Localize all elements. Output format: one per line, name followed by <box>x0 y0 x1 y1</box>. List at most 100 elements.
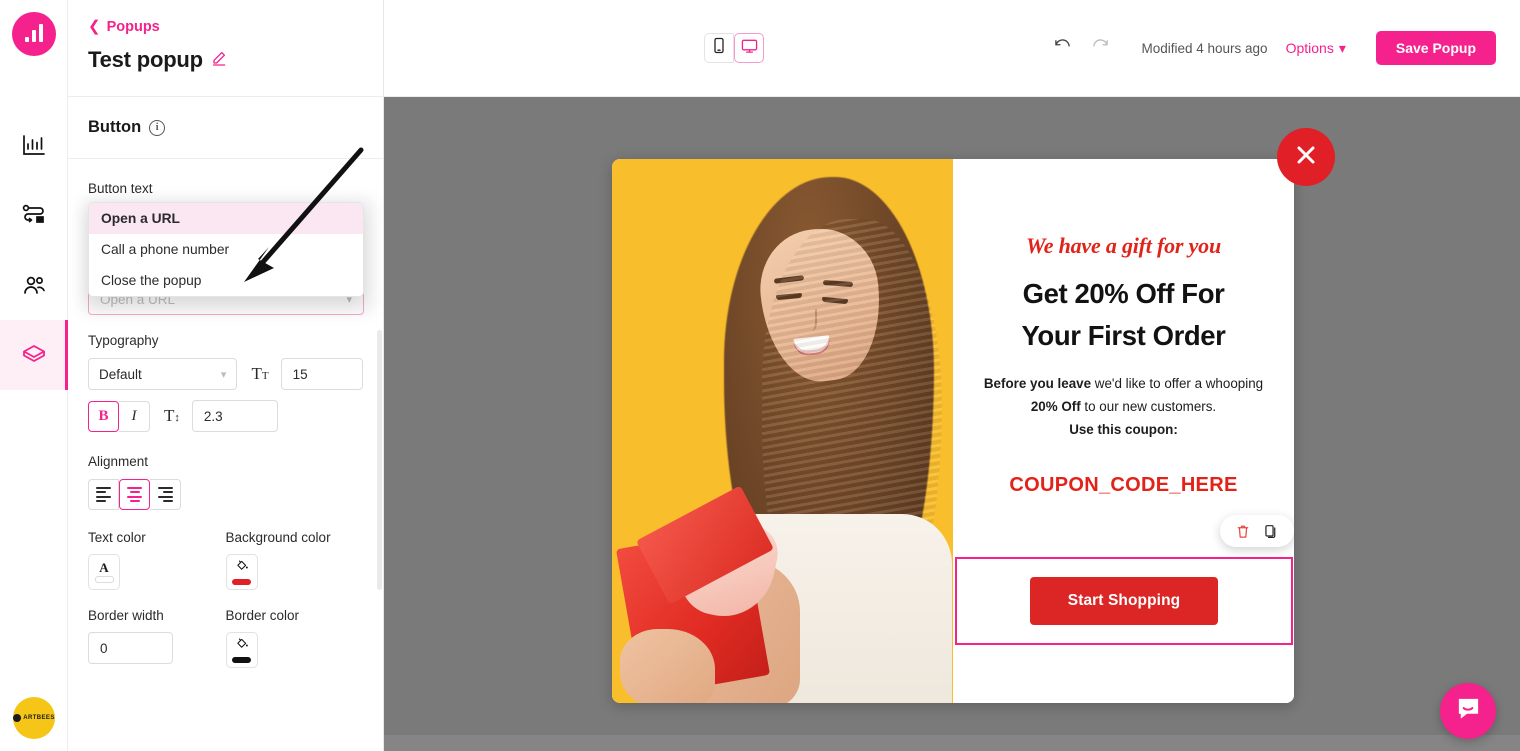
font-family-select[interactable]: Default ▾ <box>88 358 238 390</box>
border-width-field: Border width 0 <box>88 608 226 668</box>
border-width-input[interactable]: 0 <box>88 632 173 664</box>
popup-preview: We have a gift for you Get 20% Off For Y… <box>612 159 1294 703</box>
mobile-icon <box>712 37 726 59</box>
editor-topbar: Modified 4 hours ago Options ▾ Save Popu… <box>384 0 1520 97</box>
page-title: Test popup <box>88 47 203 72</box>
panel-scrollbar[interactable] <box>377 330 382 590</box>
sidebar-item-audience[interactable] <box>0 250 68 320</box>
info-icon[interactable]: i <box>149 119 166 136</box>
rail-nav <box>0 110 68 390</box>
chevron-down-icon: ▾ <box>220 368 227 381</box>
popup-script-heading[interactable]: We have a gift for you <box>1026 233 1221 259</box>
trash-icon[interactable] <box>1232 520 1254 542</box>
sidebar-item-analytics[interactable] <box>0 110 68 180</box>
font-size-icon: TT <box>251 364 269 383</box>
sidebar-item-flows[interactable] <box>0 180 68 250</box>
device-preview-toggle <box>704 33 764 63</box>
settings-panel: ❮ Popups Test popup Button i Button text <box>68 0 384 751</box>
back-to-popups-link[interactable]: ❮ Popups <box>88 19 160 35</box>
dropdown-option-label: Open a URL <box>101 211 180 226</box>
popup-body-line-3: Use this coupon: <box>1069 421 1178 437</box>
redo-button[interactable] <box>1081 29 1119 67</box>
bold-label: B <box>98 407 109 424</box>
save-popup-button[interactable]: Save Popup <box>1375 31 1496 65</box>
document-title-row: Test popup <box>88 47 363 73</box>
duplicate-icon[interactable] <box>1260 520 1282 542</box>
when-clicked-dropdown: Open a URL Call a phone number Close the… <box>88 202 364 297</box>
dropdown-option-open-a-url[interactable]: Open a URL <box>89 203 363 234</box>
popup-body-line-1: Before you leave we'd like to offer a wh… <box>983 375 1264 391</box>
chevron-left-icon: ❮ <box>88 18 101 35</box>
border-color-label: Border color <box>225 608 300 623</box>
button-text-label: Button text <box>88 181 153 196</box>
typography-row-2: B I T↕ 2.3 <box>88 400 363 432</box>
back-link-label: Popups <box>106 18 160 35</box>
chevron-down-icon: ▾ <box>1338 39 1346 56</box>
modified-timestamp: Modified 4 hours ago <box>1141 40 1268 56</box>
align-left-button[interactable] <box>88 479 119 510</box>
popup-heading[interactable]: Get 20% Off For Your First Order <box>1022 273 1226 358</box>
flows-icon <box>20 201 48 229</box>
popup-content: We have a gift for you Get 20% Off For Y… <box>953 159 1294 703</box>
border-color-field: Border color <box>225 608 364 668</box>
popup-coupon-code[interactable]: COUPON_CODE_HERE <box>1009 474 1237 497</box>
popups-icon <box>20 341 48 369</box>
background-color-swatch[interactable] <box>225 554 258 590</box>
border-color-indicator <box>232 657 251 663</box>
rebar-logo[interactable] <box>12 12 56 56</box>
text-color-A-icon: A <box>99 560 109 575</box>
artbees-logo[interactable]: ARTBEES <box>13 697 55 739</box>
bold-toggle[interactable]: B <box>88 400 119 432</box>
device-mobile-button[interactable] <box>704 33 734 63</box>
topbar-actions: Modified 4 hours ago Options ▾ Save Popu… <box>1043 29 1496 67</box>
paint-bucket-icon <box>235 637 249 655</box>
photo-hand <box>620 629 715 703</box>
popup-heading-line-2: Your First Order <box>1021 320 1226 352</box>
pencil-icon[interactable] <box>211 50 227 71</box>
artbees-mark <box>13 714 22 722</box>
redo-icon <box>1091 37 1110 59</box>
popup-hero-image[interactable] <box>612 159 953 703</box>
dropdown-option-label: Call a phone number <box>101 242 230 257</box>
desktop-icon <box>741 38 758 59</box>
undo-icon <box>1053 37 1072 59</box>
border-width-value: 0 <box>100 640 108 656</box>
element-toolbar <box>1220 515 1294 547</box>
popup-close-button[interactable] <box>1277 128 1335 186</box>
font-size-input[interactable]: 15 <box>280 358 363 390</box>
alignment-group <box>88 479 363 510</box>
italic-toggle[interactable]: I <box>119 400 150 432</box>
sidebar-item-popups[interactable] <box>0 320 68 390</box>
background-color-field: Background color <box>225 530 364 590</box>
text-color-field: Text color A <box>88 530 226 590</box>
alignment-label: Alignment <box>88 454 149 469</box>
artbees-logo-label: ARTBEES <box>23 715 55 721</box>
typography-row-1: Default ▾ TT 15 <box>88 358 363 390</box>
audience-icon <box>20 271 48 299</box>
text-color-swatch[interactable]: A <box>88 554 120 590</box>
section-header-button: Button i <box>68 97 383 159</box>
left-icon-rail: ARTBEES <box>0 0 68 751</box>
align-center-button[interactable] <box>119 479 150 510</box>
color-row-1: Text color A Background color <box>88 530 363 590</box>
panel-header: ❮ Popups Test popup <box>68 0 383 97</box>
analytics-icon <box>20 131 48 159</box>
selected-button-element[interactable]: Start Shopping <box>955 557 1293 645</box>
line-height-input[interactable]: 2.3 <box>191 400 278 432</box>
paint-bucket-icon <box>235 559 249 577</box>
intercom-launcher[interactable] <box>1440 683 1496 739</box>
options-menu-button[interactable]: Options ▾ <box>1286 40 1346 57</box>
popup-body-text[interactable]: Before you leave we'd like to offer a wh… <box>971 372 1276 441</box>
options-label: Options <box>1285 40 1334 56</box>
line-height-value: 2.3 <box>203 408 223 424</box>
dropdown-option-label: Close the popup <box>101 273 202 288</box>
font-size-value: 15 <box>292 366 308 382</box>
undo-button[interactable] <box>1043 29 1081 67</box>
start-shopping-button[interactable]: Start Shopping <box>1029 577 1219 625</box>
popup-body-line-2: 20% Off to our new customers. <box>1030 398 1217 414</box>
device-desktop-button[interactable] <box>734 33 764 63</box>
dropdown-option-close-the-popup[interactable]: Close the popup <box>89 265 363 296</box>
border-color-swatch[interactable] <box>225 632 258 668</box>
align-right-button[interactable] <box>150 479 181 510</box>
dropdown-option-call-a-phone-number[interactable]: Call a phone number <box>89 234 363 265</box>
